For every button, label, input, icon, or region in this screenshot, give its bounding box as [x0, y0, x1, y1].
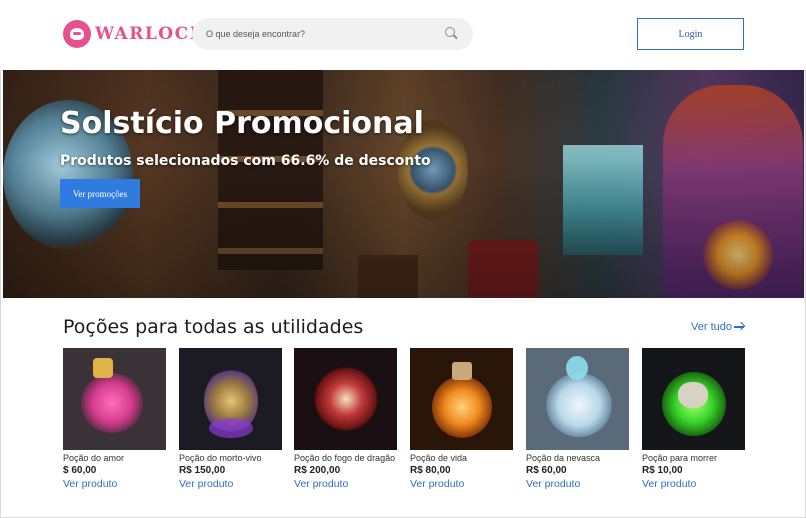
hero-title: Solstício Promocional — [60, 106, 424, 141]
product-image[interactable] — [63, 348, 166, 450]
product-name: Poção do morto-vivo — [179, 453, 262, 463]
view-product-link[interactable]: Ver produto — [63, 478, 166, 490]
product-image[interactable] — [179, 348, 282, 450]
logo[interactable]: WARLOCK — [63, 20, 206, 48]
product-name: Poção do amor — [63, 453, 125, 463]
logo-text: WARLOCK — [95, 24, 206, 44]
product-price: R$ 60,00 — [526, 465, 567, 476]
header: WARLOCK Login — [0, 0, 806, 70]
see-all-label: Ver tudo — [691, 321, 732, 333]
product-card[interactable]: Poção de vida R$ 80,00 Ver produto — [410, 348, 513, 490]
see-promotions-button[interactable]: Ver promoções — [60, 179, 140, 208]
product-image[interactable] — [410, 348, 513, 450]
product-price: $ 60,00 — [63, 465, 97, 476]
product-name: Poção da nevasca — [526, 453, 601, 463]
see-all-link[interactable]: Ver tudo — [691, 321, 746, 333]
product-card[interactable]: Poção do fogo de dragão R$ 200,00 Ver pr… — [294, 348, 397, 490]
product-price: R$ 200,00 — [294, 465, 341, 476]
login-button[interactable]: Login — [637, 18, 744, 50]
product-name: Poção para morrer — [642, 453, 718, 463]
view-product-link[interactable]: Ver produto — [642, 478, 745, 490]
product-card[interactable]: Poção da nevasca R$ 60,00 Ver produto — [526, 348, 629, 490]
product-price: R$ 10,00 — [642, 465, 683, 476]
product-name: Poção do fogo de dragão — [294, 453, 396, 463]
product-card[interactable]: Poção para morrer R$ 10,00 Ver produto — [642, 348, 745, 490]
product-image[interactable] — [642, 348, 745, 450]
view-product-link[interactable]: Ver produto — [294, 478, 397, 490]
search-icon[interactable] — [445, 27, 459, 41]
product-card[interactable]: Poção do morto-vivo R$ 150,00 Ver produt… — [179, 348, 282, 490]
view-product-link[interactable]: Ver produto — [179, 478, 282, 490]
search-input[interactable] — [206, 29, 445, 39]
product-list: Poção do amor $ 60,00 Ver produto Poção … — [63, 348, 753, 513]
product-name: Poção de vida — [410, 453, 468, 463]
view-product-link[interactable]: Ver produto — [526, 478, 629, 490]
skull-logo-icon — [63, 20, 91, 48]
product-price: R$ 150,00 — [179, 465, 226, 476]
product-price: R$ 80,00 — [410, 465, 451, 476]
product-card[interactable]: Poção do amor $ 60,00 Ver produto — [63, 348, 166, 490]
view-product-link[interactable]: Ver produto — [410, 478, 513, 490]
arrow-right-icon — [733, 322, 746, 332]
search-bar — [192, 18, 473, 50]
product-image[interactable] — [294, 348, 397, 450]
product-image[interactable] — [526, 348, 629, 450]
section-title: Poções para todas as utilidades — [63, 316, 364, 338]
hero-subtitle: Produtos selecionados com 66.6% de desco… — [60, 153, 431, 169]
